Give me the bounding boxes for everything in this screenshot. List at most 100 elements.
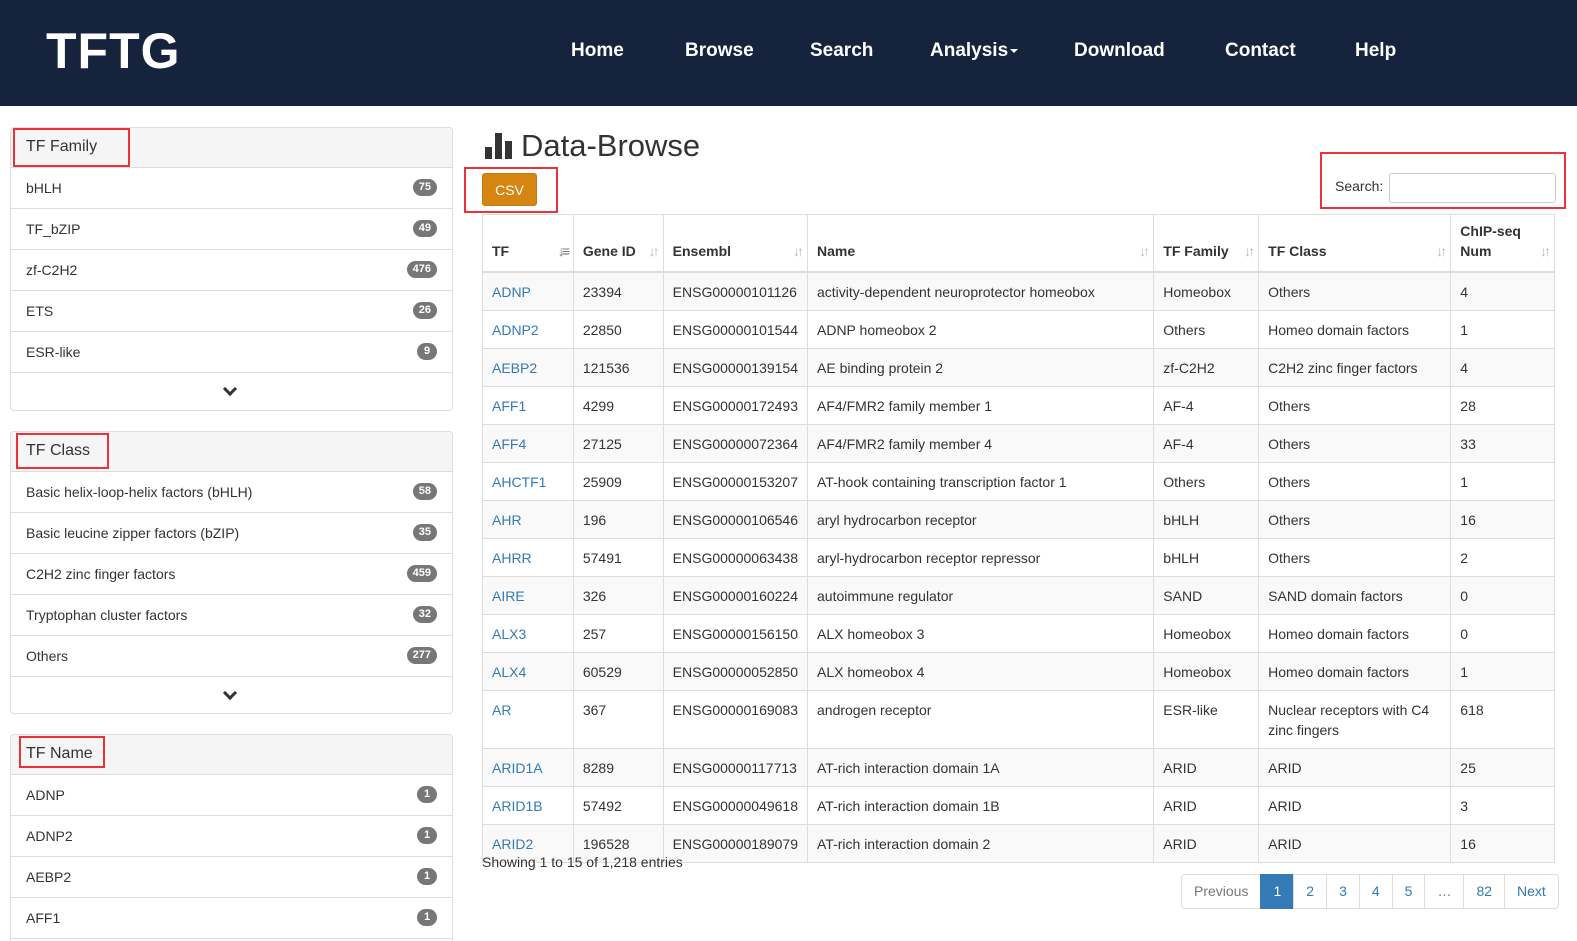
tf-class-expand-button[interactable]: [11, 677, 452, 713]
tf-family-item[interactable]: ESR-like 9: [11, 332, 452, 373]
list-item-label: TF_bZIP: [26, 221, 81, 237]
tf-link[interactable]: ARID1B: [492, 798, 543, 814]
list-item-label: AEBP2: [26, 869, 72, 885]
tf-link[interactable]: ADNP2: [492, 322, 539, 338]
tf-family-item[interactable]: zf-C2H2 476: [11, 250, 452, 291]
col-name-cell: AT-rich interaction domain 1A: [806, 748, 1154, 787]
col-tf-family-cell: AF-4: [1153, 424, 1259, 463]
col-tf-family-cell: zf-C2H2: [1153, 348, 1259, 387]
sort-asc-icon[interactable]: ↓≡: [558, 241, 570, 261]
col-ensembl-cell: ENSG00000063438: [662, 538, 808, 577]
col-chipseq-num-header[interactable]: ChIP-seq Num ↓↑: [1450, 214, 1555, 273]
tf-family-title: TF Family: [26, 138, 98, 155]
sort-icon[interactable]: ↓↑: [1139, 241, 1150, 261]
nav-download[interactable]: Download: [1074, 40, 1165, 62]
col-gene-id-header[interactable]: Gene ID ↓↑: [572, 214, 664, 273]
tf-link[interactable]: ALX4: [492, 664, 526, 680]
col-name-cell: aryl-hydrocarbon receptor repressor: [806, 538, 1154, 577]
page-button-current[interactable]: 1: [1260, 874, 1295, 909]
col-ensembl-header[interactable]: Ensembl ↓↑: [662, 214, 808, 273]
tf-family-item[interactable]: ETS 26: [11, 291, 452, 332]
list-item-label: zf-C2H2: [26, 262, 78, 278]
count-badge: 75: [412, 179, 437, 196]
next-page-button[interactable]: Next: [1504, 874, 1559, 909]
col-chipseq-num-cell: 618: [1450, 690, 1555, 749]
page-button[interactable]: 82: [1463, 874, 1506, 909]
col-tf-cell: ADNP: [482, 271, 574, 311]
col-tf-cell: ALX4: [482, 652, 574, 691]
tf-link[interactable]: ARID2: [492, 836, 533, 852]
tf-class-item[interactable]: Tryptophan cluster factors 32: [11, 595, 452, 636]
list-item-label: Others: [26, 648, 69, 664]
col-tf-cell: AHRR: [482, 538, 574, 577]
page-button[interactable]: 4: [1358, 874, 1393, 909]
tf-link[interactable]: AHRR: [492, 550, 532, 566]
nav-contact[interactable]: Contact: [1225, 40, 1296, 62]
table-info: Showing 1 to 15 of 1,218 entries: [482, 854, 683, 870]
col-tf-header[interactable]: TF ↓≡: [482, 214, 574, 273]
nav-analysis-dropdown[interactable]: Analysis: [930, 40, 1019, 62]
list-item-label: Tryptophan cluster factors: [26, 607, 188, 623]
page-button[interactable]: 5: [1391, 874, 1426, 909]
caret-down-icon: [1010, 48, 1019, 53]
tf-name-item[interactable]: AEBP2 1: [11, 857, 452, 898]
sort-icon[interactable]: ↓↑: [1436, 241, 1447, 261]
tf-class-item[interactable]: C2H2 zinc finger factors 459: [11, 554, 452, 595]
tf-name-item[interactable]: AFF1 1: [11, 898, 452, 939]
tf-link[interactable]: AFF1: [492, 398, 526, 414]
tf-family-item[interactable]: bHLH 75: [11, 168, 452, 209]
sort-icon[interactable]: ↓↑: [793, 241, 804, 261]
table-row: AHR 196 ENSG00000106546 aryl hydrocarbon re…: [482, 500, 1555, 539]
tf-link[interactable]: AFF4: [492, 436, 526, 452]
list-item-label: ADNP: [26, 787, 65, 803]
nav-help[interactable]: Help: [1355, 40, 1396, 62]
count-badge: 277: [406, 647, 437, 664]
search-input[interactable]: [1389, 173, 1556, 203]
tf-class-item[interactable]: Basic leucine zipper factors (bZIP) 35: [11, 513, 452, 554]
tf-name-item[interactable]: ADNP 1: [11, 775, 452, 816]
tf-link[interactable]: AR: [492, 702, 511, 718]
col-tf-family-cell: Others: [1153, 462, 1259, 501]
tf-family-expand-button[interactable]: [11, 373, 452, 410]
col-ensembl-cell: ENSG00000049618: [662, 786, 808, 825]
nav-search[interactable]: Search: [810, 40, 873, 62]
tf-link[interactable]: ARID1A: [492, 760, 543, 776]
tf-link[interactable]: ALX3: [492, 626, 526, 642]
pagination: Previous 1 2 3 4 5… 82 Next: [1181, 874, 1559, 909]
csv-export-button[interactable]: CSV: [482, 173, 537, 206]
col-tf-family-header[interactable]: TF Family ↓↑: [1153, 214, 1259, 273]
col-name-cell: androgen receptor: [806, 690, 1154, 749]
col-tf-class-cell: ARID: [1258, 824, 1451, 863]
col-name-header[interactable]: Name ↓↑: [806, 214, 1154, 273]
tf-link[interactable]: AHCTF1: [492, 474, 546, 490]
tf-family-item[interactable]: TF_bZIP 49: [11, 209, 452, 250]
page-button[interactable]: 3: [1326, 874, 1360, 909]
sort-icon[interactable]: ↓↑: [1540, 241, 1551, 261]
sort-icon[interactable]: ↓↑: [649, 241, 660, 261]
col-name-cell: AF4/FMR2 family member 4: [806, 424, 1154, 463]
col-chipseq-num-cell: 0: [1450, 614, 1555, 653]
tf-link[interactable]: AHR: [492, 512, 522, 528]
col-ensembl-cell: ENSG00000153207: [662, 462, 808, 501]
brand-logo[interactable]: TFTG: [46, 22, 181, 80]
col-name-cell: autoimmune regulator: [806, 576, 1154, 615]
nav-home[interactable]: Home: [571, 40, 624, 62]
tf-class-item[interactable]: Others 277: [11, 636, 452, 677]
col-chipseq-num-cell: 0: [1450, 576, 1555, 615]
bar-chart-icon: [485, 133, 513, 159]
tf-class-item[interactable]: Basic helix-loop-helix factors (bHLH) 58: [11, 472, 452, 513]
nav-browse[interactable]: Browse: [685, 40, 754, 62]
col-name-cell: ALX homeobox 4: [806, 652, 1154, 691]
col-tf-class-header[interactable]: TF Class ↓↑: [1258, 214, 1451, 273]
tf-link[interactable]: AEBP2: [492, 360, 537, 376]
column-header-label: Ensembl: [672, 242, 732, 259]
sort-icon[interactable]: ↓↑: [1244, 241, 1255, 261]
col-tf-family-cell: Homeobox: [1153, 614, 1259, 653]
page-button[interactable]: 2: [1293, 874, 1328, 909]
table-row: ALX3 257 ENSG00000156150 ALX homeobox 3 Home…: [482, 614, 1555, 653]
col-tf-family-cell: bHLH: [1153, 500, 1259, 539]
tf-link[interactable]: AIRE: [492, 588, 525, 604]
tf-name-item[interactable]: ADNP2 1: [11, 816, 452, 857]
tf-link[interactable]: ADNP: [492, 284, 531, 300]
col-tf-class-cell: Others: [1258, 462, 1451, 501]
